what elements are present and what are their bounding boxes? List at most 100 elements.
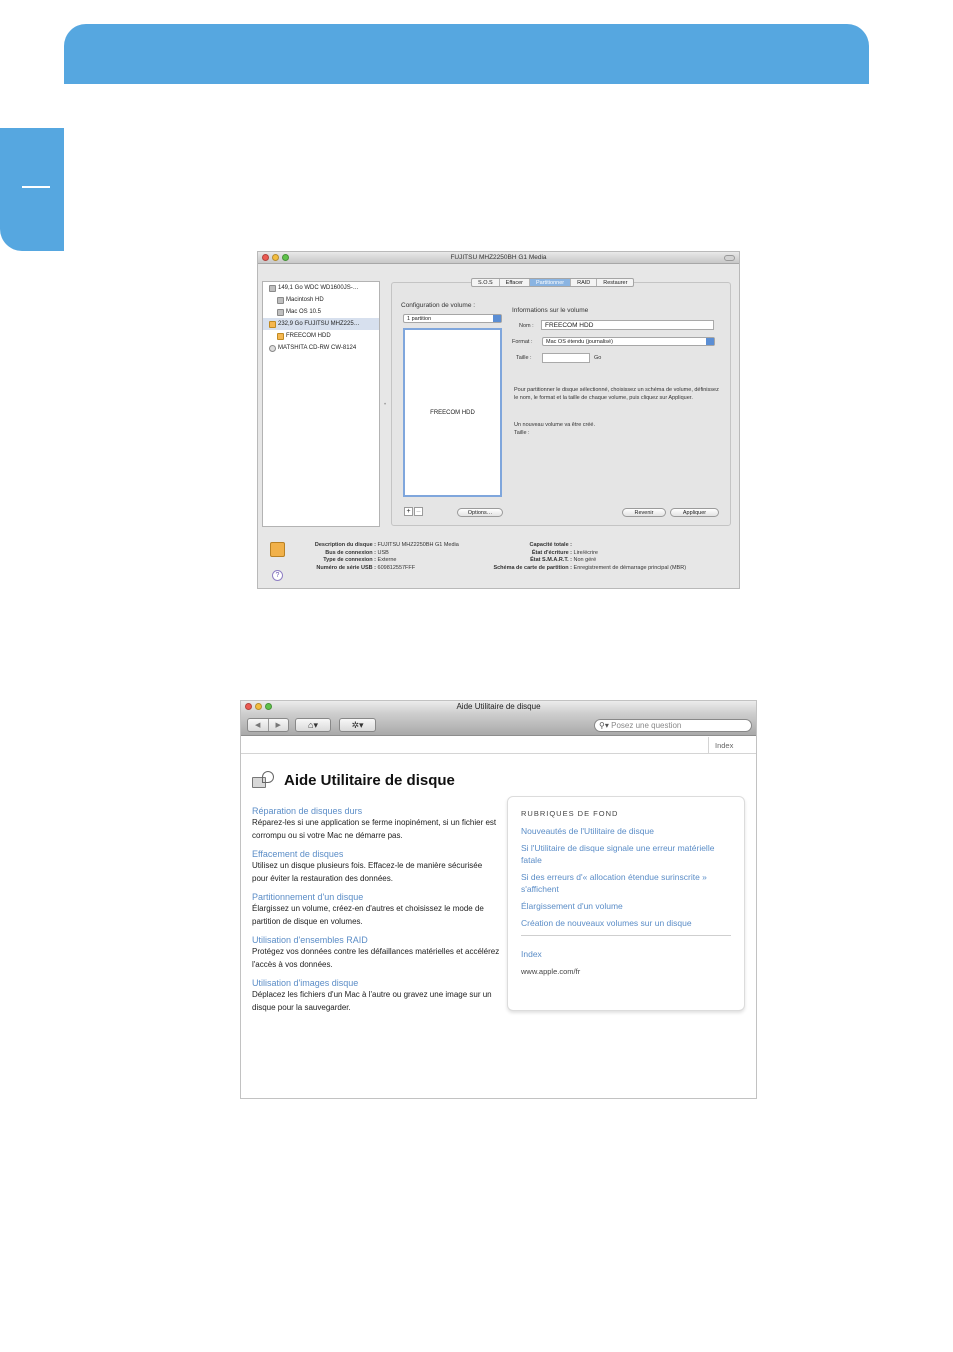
help-button[interactable]: ? [272,570,283,581]
help-topic-link[interactable]: Utilisation d'images disque [252,977,500,989]
background-topic-link[interactable]: Si l'Utilitaire de disque signale une er… [521,842,731,866]
detail-value: Non géré [573,557,597,564]
help-topic-link[interactable]: Effacement de disques [252,848,500,860]
detail-value: Lire/écrire [573,549,598,556]
hard-disk-icon [269,284,276,292]
sidebar-item[interactable]: 232,9 Go FUJITSU MHZ225… [263,318,379,330]
size-label: Taille : [516,355,532,361]
help-topic-link[interactable]: Utilisation d'ensembles RAID [252,934,500,946]
apply-button[interactable]: Appliquer [670,508,719,517]
background-topic-link[interactable]: Élargissement d'un volume [521,900,731,912]
sidebar-item-label: Macintosh HD [286,297,324,303]
index-bar: Index [241,737,756,754]
background-topic-link[interactable]: Création de nouveaux volumes sur un disq… [521,917,731,929]
cd-drive-icon [269,344,276,352]
home-button[interactable]: ⌂▾ [295,718,331,732]
tab-restaurer[interactable]: Restaurer [597,279,633,286]
help-topic-link[interactable]: Partitionnement d'un disque [252,891,500,903]
options-button[interactable]: Options… [457,508,503,517]
disk-utility-help-icon [252,771,276,789]
tab-effacer[interactable]: Effacer [500,279,530,286]
detail-value: FUJITSU MHZ2250BH G1 Media [377,542,459,548]
help-topic-description: Réparez-les si une application se ferme … [252,818,497,840]
zoom-window-button[interactable] [265,703,272,710]
help-topic-description: Déplacez les fichiers d'un Mac à l'autre… [252,990,492,1012]
sidebar-item-label: 232,9 Go FUJITSU MHZ225… [278,321,360,327]
help-topic-description: Utilisez un disque plusieurs fois. Effac… [252,861,483,883]
index-tab[interactable]: Index [708,737,756,754]
help-toolbar: ◀ ▶ ⌂▾ ✲▾ ⚲▾ Posez une question [241,713,756,736]
history-nav: ◀ ▶ [247,718,289,732]
add-partition-button[interactable]: + [404,507,413,516]
zoom-window-button[interactable] [282,254,289,261]
chapter-tab [0,128,64,251]
action-menu-button[interactable]: ✲▾ [339,718,376,732]
background-topic-link[interactable]: Si des erreurs d'« allocation étendue su… [521,871,731,895]
toolbar-toggle-button[interactable] [724,255,735,261]
volume-map[interactable]: FREECOM HDD [403,328,502,497]
sidebar-item[interactable]: Mac OS 10.5 [263,306,379,318]
manual-page: FUJITSU MHZ2250BH G1 Media 149,1 Go WDC … [0,0,953,1352]
sidebar-item-label: FREECOM HDD [286,333,331,339]
disk-details-left: Description du disque : FUJITSU MHZ2250B… [298,542,459,572]
tab-partitionner[interactable]: Partitionner [530,279,572,286]
popup-arrow-icon [493,315,501,322]
partition-instructions: Pour partitionner le disque sélectionné,… [514,387,719,401]
detail-value: 609812557FFF [377,564,416,571]
box-separator [521,935,731,936]
search-field[interactable]: ⚲▾ Posez une question [594,719,752,732]
help-topic: Réparation de disques durs Réparez-les si… [252,805,500,842]
tab-raid[interactable]: RAID [571,279,598,286]
help-titlebar: Aide Utilitaire de disque [241,701,756,713]
background-topic-link[interactable]: Nouveautés de l'Utilitaire de disque [521,825,731,837]
search-icon: ⚲▾ [599,721,612,730]
revert-button[interactable]: Revenir [622,508,666,517]
help-topic: Effacement de disques Utilisez un disque … [252,848,500,885]
new-volume-text: Un nouveau volume va être créé. [514,422,596,428]
split-divider-handle[interactable]: • [384,402,386,408]
website-link[interactable]: www.apple.com/fr [521,967,731,976]
external-disk-icon [269,320,276,328]
popup-arrow-icon [706,338,714,345]
sidebar-item[interactable]: FREECOM HDD [263,330,379,342]
volume-icon [277,308,284,316]
volume-icon [277,296,284,304]
sidebar-item[interactable]: MATSHITA CD-RW CW-8124 [263,342,379,354]
size-field[interactable] [542,353,590,363]
help-topic: Utilisation d'images disque Déplacez les … [252,977,500,1014]
background-topics-heading: RUBRIQUES DE FOND [521,809,619,818]
window-title: FUJITSU MHZ2250BH G1 Media [450,254,547,261]
help-topic: Partitionnement d'un disque Élargissez un… [252,891,500,928]
detail-key: Capacité totale : [529,542,572,548]
remove-partition-button[interactable]: – [414,507,423,516]
volume-scheme-popup[interactable]: 1 partition [403,314,502,323]
close-window-button[interactable] [262,254,269,261]
volume-name-field[interactable]: FREECOM HDD [541,320,714,330]
back-button[interactable]: ◀ [248,719,268,731]
minimize-window-button[interactable] [255,703,262,710]
help-topic-link[interactable]: Réparation de disques durs [252,805,500,817]
detail-row: État S.M.A.R.T. : Non géré [476,557,686,565]
disk-sidebar: 149,1 Go WDC WD1600JS-… Macintosh HD Mac O… [262,281,380,527]
close-window-button[interactable] [245,703,252,710]
format-popup[interactable]: Mac OS étendu (journalisé) [542,337,715,346]
forward-button[interactable]: ▶ [267,719,289,731]
detail-key: Numéro de série USB : [316,564,376,571]
detail-row: Schéma de carte de partition : Enregistr… [476,565,686,573]
tab-sos[interactable]: S.O.S [472,279,500,286]
detail-row: Numéro de série USB : 609812557FFF [298,565,459,573]
size-unit-label: Go [594,355,602,361]
detail-value: Externe [377,557,397,564]
sidebar-item[interactable]: Macintosh HD [263,294,379,306]
detail-key: État S.M.A.R.T. : [530,557,572,564]
index-link[interactable]: Index [521,948,731,960]
minimize-window-button[interactable] [272,254,279,261]
detail-key: Bus de connexion : [325,549,376,556]
chapter-dash [22,186,50,188]
name-label: Nom : [519,323,534,329]
format-value: Mac OS étendu (journalisé) [546,339,613,345]
sidebar-item[interactable]: 149,1 Go WDC WD1600JS-… [263,282,379,294]
volume-map-label: FREECOM HDD [430,409,475,416]
function-tabs: S.O.S Effacer Partitionner RAID Restaurer [471,278,635,287]
disk-utility-titlebar: FUJITSU MHZ2250BH G1 Media [258,252,739,264]
